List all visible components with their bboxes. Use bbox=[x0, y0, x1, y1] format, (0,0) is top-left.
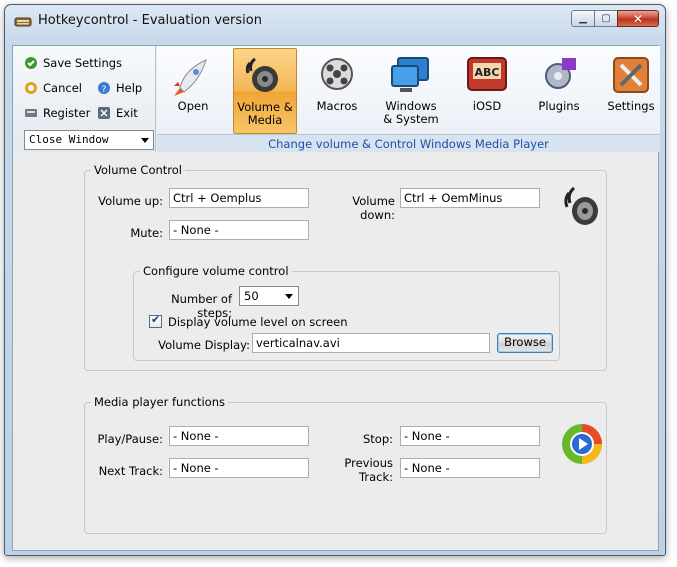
volume-control-title: Volume Control bbox=[91, 163, 185, 177]
toolbar-open-label: Open bbox=[177, 99, 209, 113]
toolbar-macros[interactable]: Macros bbox=[305, 48, 369, 134]
toolbar-plugins[interactable]: Plugins bbox=[527, 48, 591, 134]
previous-track-field[interactable]: - None - bbox=[400, 458, 540, 478]
browse-button[interactable]: Browse bbox=[497, 333, 553, 353]
window-title: Hotkeycontrol - Evaluation version bbox=[38, 13, 262, 28]
toolbar-settings-label: Settings bbox=[607, 99, 655, 113]
app-window: Hotkeycontrol - Evaluation version ▁ ▢ ✕… bbox=[4, 4, 666, 556]
title-bar[interactable]: Hotkeycontrol - Evaluation version ▁ ▢ ✕ bbox=[5, 5, 665, 39]
left-panel: Save Settings Cancel ? Help Register Exi… bbox=[13, 46, 156, 152]
steps-value: 50 bbox=[244, 289, 259, 303]
volume-up-label: Volume up: bbox=[98, 194, 163, 208]
chevron-down-icon[interactable] bbox=[285, 294, 293, 299]
stop-field[interactable]: - None - bbox=[400, 426, 540, 446]
main-toolbar: Open Volume & Media Macros Windows & Sys… bbox=[157, 46, 660, 152]
configure-volume-group: Configure volume control Number of steps… bbox=[133, 264, 560, 361]
toolbar-iosd-label: iOSD bbox=[472, 99, 502, 113]
monitor-icon bbox=[391, 57, 429, 92]
media-player-icon bbox=[562, 424, 602, 464]
volume-display-field[interactable]: verticalnav.avi bbox=[252, 333, 490, 353]
minimize-button[interactable]: ▁ bbox=[571, 10, 595, 27]
maximize-button[interactable]: ▢ bbox=[594, 10, 618, 27]
exit-icon bbox=[98, 107, 110, 119]
toolbar-macros-label: Macros bbox=[316, 99, 358, 113]
configure-volume-title: Configure volume control bbox=[140, 264, 292, 278]
profile-dropdown[interactable]: Close Window bbox=[24, 130, 154, 150]
toolbar-plugins-label: Plugins bbox=[538, 99, 580, 113]
svg-text:ABC: ABC bbox=[475, 66, 500, 79]
tools-icon bbox=[613, 57, 649, 93]
toolbar-settings[interactable]: Settings bbox=[599, 48, 663, 134]
rocket-icon bbox=[174, 59, 207, 96]
exit-button[interactable]: Exit bbox=[97, 106, 138, 120]
speaker-icon bbox=[564, 186, 598, 225]
register-button[interactable]: Register bbox=[24, 106, 90, 120]
display-volume-label: Display volume level on screen bbox=[168, 315, 348, 329]
client-area: Save Settings Cancel ? Help Register Exi… bbox=[12, 45, 660, 551]
volume-up-field[interactable]: Ctrl + Oemplus bbox=[169, 188, 309, 208]
cancel-button[interactable]: Cancel bbox=[24, 81, 82, 95]
display-volume-checkbox[interactable] bbox=[149, 313, 162, 328]
save-settings-button[interactable]: Save Settings bbox=[24, 56, 122, 70]
toolbar-open[interactable]: Open bbox=[161, 48, 225, 134]
help-label: Help bbox=[116, 81, 143, 95]
mute-field[interactable]: - None - bbox=[169, 220, 309, 240]
mute-label: Mute: bbox=[130, 226, 163, 240]
help-button[interactable]: ? Help bbox=[97, 81, 142, 95]
close-button[interactable]: ✕ bbox=[617, 10, 659, 27]
speaker-icon bbox=[245, 57, 278, 92]
puzzle-gear-icon bbox=[545, 58, 576, 89]
next-track-label: Next Track: bbox=[98, 464, 163, 478]
toolbar-windows-system[interactable]: Windows & System bbox=[379, 48, 443, 134]
media-player-title: Media player functions bbox=[91, 395, 228, 409]
volume-down-label: Volume down: bbox=[352, 194, 395, 222]
register-label: Register bbox=[43, 106, 91, 120]
previous-track-label-line1: Previous bbox=[344, 456, 393, 470]
toolbar-status-text: Change volume & Control Windows Media Pl… bbox=[157, 134, 660, 152]
play-pause-label: Play/Pause: bbox=[97, 432, 163, 446]
volume-display-label: Volume Display: bbox=[158, 338, 250, 352]
cancel-label: Cancel bbox=[43, 81, 82, 95]
chevron-down-icon[interactable] bbox=[141, 138, 149, 143]
profile-selected-value: Close Window bbox=[29, 133, 109, 146]
previous-track-label: Previous Track: bbox=[315, 456, 393, 484]
toolbar-volume-label2: Media bbox=[247, 113, 283, 127]
volume-down-field[interactable]: Ctrl + OemMinus bbox=[400, 188, 540, 208]
abc-display-icon: ABC bbox=[467, 57, 507, 91]
previous-track-label-line2: Track: bbox=[359, 470, 393, 484]
save-icon bbox=[25, 57, 37, 69]
help-icon: ? bbox=[98, 82, 110, 95]
keyboard-app-icon bbox=[14, 17, 32, 27]
media-player-group: Media player functions Play/Pause: - Non… bbox=[84, 395, 607, 534]
svg-text:?: ? bbox=[102, 85, 107, 95]
exit-label: Exit bbox=[116, 106, 138, 120]
toolbar-windows-label2: & System bbox=[383, 112, 439, 126]
toolbar-volume-media[interactable]: Volume & Media bbox=[233, 48, 297, 134]
cancel-icon bbox=[25, 82, 37, 94]
steps-select[interactable]: 50 bbox=[239, 286, 299, 306]
save-settings-label: Save Settings bbox=[43, 56, 123, 70]
key-icon bbox=[25, 109, 37, 117]
volume-control-group: Volume Control Volume up: Ctrl + Oemplus… bbox=[84, 163, 607, 371]
stop-label: Stop: bbox=[362, 432, 393, 446]
next-track-field[interactable]: - None - bbox=[169, 458, 309, 478]
film-reel-icon bbox=[321, 58, 353, 90]
toolbar-iosd[interactable]: ABC iOSD bbox=[455, 48, 519, 134]
play-pause-field[interactable]: - None - bbox=[169, 426, 309, 446]
